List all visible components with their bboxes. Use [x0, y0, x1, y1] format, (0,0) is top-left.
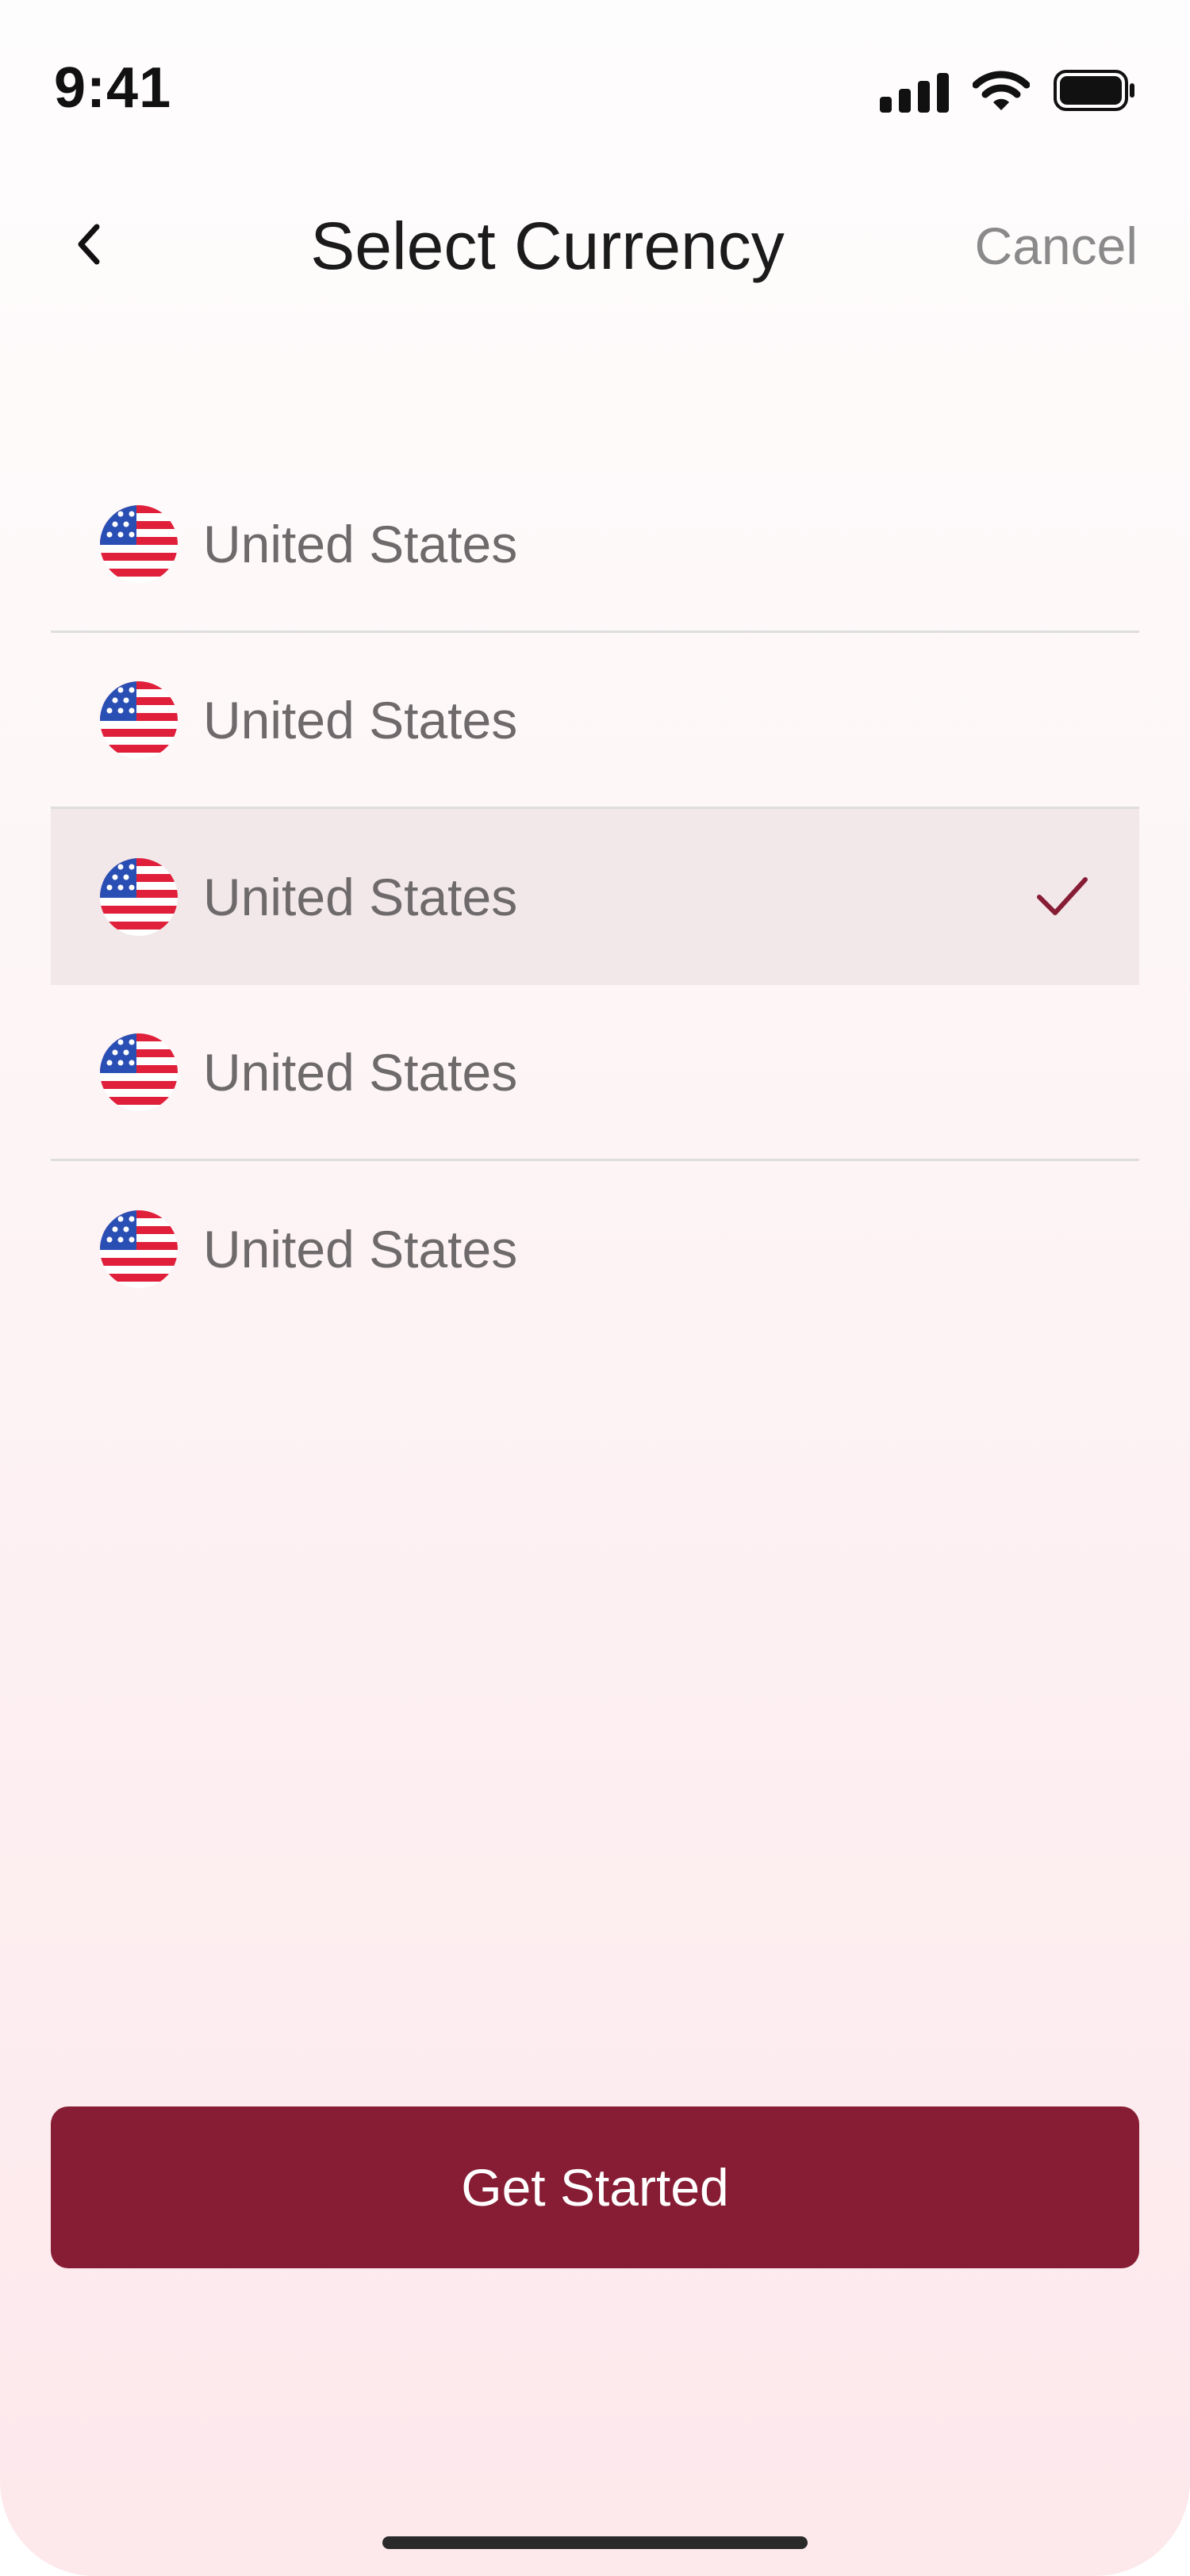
us-flag-icon: [100, 1033, 178, 1111]
select-currency-screen: 9:41 Select Currency Cancel United State…: [0, 0, 1190, 2576]
currency-row-5[interactable]: United States: [51, 1161, 1139, 1337]
page-title: Select Currency: [310, 209, 785, 283]
get-started-button[interactable]: Get Started: [51, 2106, 1139, 2268]
status-icons: [880, 69, 1136, 116]
status-time: 9:41: [54, 56, 172, 120]
us-flag-icon: [100, 1210, 178, 1288]
currency-row-2[interactable]: United States: [51, 633, 1139, 809]
currency-row-4[interactable]: United States: [51, 985, 1139, 1161]
battery-icon: [1054, 69, 1136, 115]
us-flag-icon: [100, 504, 178, 583]
currency-label: United States: [203, 514, 518, 573]
checkmark-icon: [1036, 873, 1088, 925]
cellular-signal-icon: [880, 71, 949, 113]
currency-list: United States United States United State…: [51, 457, 1139, 1337]
home-indicator[interactable]: [382, 2536, 808, 2549]
us-flag-icon: [100, 680, 178, 759]
cancel-button[interactable]: Cancel: [975, 208, 1138, 284]
us-flag-icon: [100, 858, 178, 936]
currency-row-1[interactable]: United States: [51, 457, 1139, 633]
currency-row-3-selected[interactable]: United States: [51, 809, 1139, 985]
currency-label: United States: [203, 1220, 518, 1278]
currency-label: United States: [203, 868, 518, 926]
wifi-icon: [972, 69, 1031, 116]
currency-label: United States: [203, 1042, 518, 1102]
currency-label: United States: [203, 690, 518, 749]
